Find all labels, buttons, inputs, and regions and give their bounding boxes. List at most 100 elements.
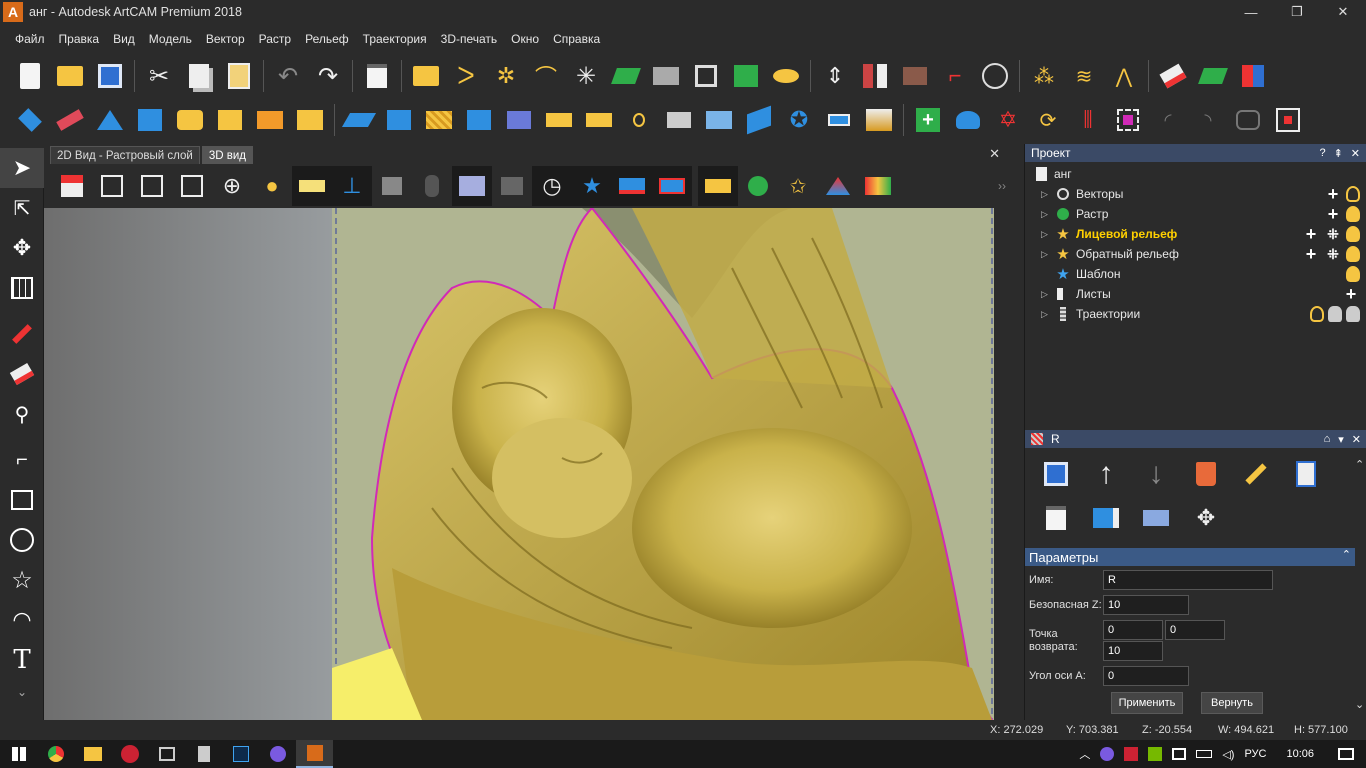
tray-flag-icon[interactable] — [1124, 747, 1139, 761]
redo-button[interactable]: ↷ — [308, 56, 348, 96]
move-up-button[interactable]: ↑ — [1081, 452, 1131, 496]
relief-tool-3[interactable] — [686, 56, 726, 96]
relief-op-19[interactable] — [739, 100, 779, 140]
more-view-tools[interactable]: ›› — [982, 166, 1022, 206]
node-edit-tool[interactable]: ⇱ — [0, 188, 44, 228]
measure-tool[interactable]: ⚲ — [0, 394, 44, 434]
vector-tool-1[interactable]: ᐳ — [446, 56, 486, 96]
menu-vector[interactable]: Вектор — [199, 32, 252, 46]
transform-tool[interactable]: ✥ — [0, 228, 44, 268]
gallery-taskbar-item[interactable] — [148, 740, 185, 768]
relief-op-1[interactable] — [10, 100, 50, 140]
top-view-button[interactable] — [172, 166, 212, 206]
tooth-icon[interactable] — [1346, 306, 1360, 322]
start-button[interactable] — [0, 740, 37, 768]
app64-taskbar-item[interactable] — [111, 740, 148, 768]
relief-op-5[interactable] — [170, 100, 210, 140]
polyline-tool[interactable]: ⌐ — [0, 440, 44, 480]
viber-taskbar-item[interactable] — [259, 740, 296, 768]
menu-3d-print[interactable]: 3D-печать — [434, 32, 505, 46]
undo-button[interactable]: ↶ — [268, 56, 308, 96]
tray-network-icon[interactable] — [1172, 748, 1187, 760]
add-icon[interactable]: + — [1324, 204, 1342, 225]
bulb-icon[interactable] — [1346, 246, 1360, 262]
save-button[interactable] — [90, 56, 130, 96]
lighting-button[interactable]: ● — [252, 166, 292, 206]
toolpath-op-2[interactable]: ✡ — [988, 100, 1028, 140]
relief-op-15[interactable] — [579, 100, 619, 140]
bulb-icon[interactable] — [1346, 266, 1360, 282]
toolpath-op-7[interactable]: ◝ — [1188, 100, 1228, 140]
relief-op-18[interactable] — [699, 100, 739, 140]
name-field[interactable]: R — [1103, 570, 1273, 590]
nodes-button[interactable]: ⁂ — [1024, 56, 1064, 96]
artcam-taskbar-item[interactable] — [296, 740, 333, 768]
home-icon[interactable]: ⌂ — [1324, 433, 1331, 445]
menu-model[interactable]: Модель — [142, 32, 199, 46]
menu-help[interactable]: Справка — [546, 32, 607, 46]
transform-toolpath-button[interactable]: ✥ — [1181, 496, 1231, 540]
polyline-button[interactable]: ⋀ — [1104, 56, 1144, 96]
menu-edit[interactable]: Правка — [52, 32, 107, 46]
distort-tool[interactable] — [0, 268, 44, 308]
puzzle-button[interactable] — [372, 166, 412, 206]
select-tool[interactable]: ➤ — [0, 148, 44, 188]
rainbow-button[interactable] — [858, 166, 898, 206]
circle-tool[interactable] — [0, 520, 44, 560]
resize-button[interactable]: ⇕ — [815, 56, 855, 96]
relief-op-16[interactable] — [619, 100, 659, 140]
params-scrollbar[interactable]: ⌃ ⌄ — [1353, 448, 1366, 720]
grid-add-icon[interactable]: ⁜ — [1324, 246, 1342, 263]
menu-file[interactable]: Файл — [8, 32, 52, 46]
explorer-taskbar-item[interactable] — [74, 740, 111, 768]
star-search-button[interactable]: ✩ — [778, 166, 818, 206]
relief-op-13[interactable] — [499, 100, 539, 140]
return-x-field[interactable]: 0 — [1103, 620, 1163, 640]
dropdown-icon[interactable]: ▾ — [1338, 433, 1344, 446]
color-sort-button[interactable] — [1233, 56, 1273, 96]
vector-tool-2[interactable]: ✲ — [486, 56, 526, 96]
relief-tool-1[interactable] — [606, 56, 646, 96]
apply-button[interactable]: Применить — [1111, 692, 1183, 714]
relief-op-17[interactable] — [659, 100, 699, 140]
help-icon[interactable]: ? — [1319, 147, 1325, 159]
front-view-button[interactable] — [92, 166, 132, 206]
vector-tool-3[interactable]: ⌒ — [526, 56, 566, 96]
vector-tool-4[interactable]: ✳ — [566, 56, 606, 96]
axis-a-field[interactable]: 0 — [1103, 666, 1189, 686]
toolpath-op-5[interactable] — [1108, 100, 1148, 140]
text-tool[interactable]: T — [0, 640, 44, 680]
toolpath-op-3[interactable]: ⟳ — [1028, 100, 1068, 140]
close-button[interactable]: ✕ — [1320, 0, 1366, 24]
photoshop-taskbar-item[interactable] — [222, 740, 259, 768]
tooth-icon[interactable] — [1328, 306, 1342, 322]
tree-item-toolpaths[interactable]: ▷ Траектории — [1033, 304, 1366, 324]
more-tools[interactable]: ⌄ — [0, 680, 44, 704]
relief-tool-2[interactable] — [646, 56, 686, 96]
toolpath-op-1[interactable] — [948, 100, 988, 140]
notes-button[interactable] — [1031, 496, 1081, 540]
rectangle-tool[interactable] — [0, 480, 44, 520]
maximize-button[interactable]: ❐ — [1274, 0, 1320, 24]
toolpath-op-6[interactable]: ◜ — [1148, 100, 1188, 140]
safe-z-field[interactable]: 10 — [1103, 595, 1189, 615]
add-icon[interactable]: + — [1302, 244, 1320, 265]
return-y-field[interactable]: 0 — [1165, 620, 1225, 640]
eraser-relief-button[interactable] — [1153, 56, 1193, 96]
add-toolpath-button[interactable]: + — [908, 100, 948, 140]
red-layers-button[interactable] — [652, 166, 692, 206]
add-icon[interactable]: + — [1342, 284, 1360, 305]
cylinder-button[interactable] — [412, 166, 452, 206]
bulb-icon[interactable] — [1346, 206, 1360, 222]
relief-tool-5[interactable] — [766, 56, 806, 96]
show-relief-button[interactable] — [292, 166, 332, 206]
return-z-field[interactable]: 10 — [1103, 641, 1163, 661]
relief-op-12[interactable] — [459, 100, 499, 140]
edit-button[interactable] — [1231, 452, 1281, 496]
relief-op-2[interactable] — [50, 100, 90, 140]
params-header[interactable]: Параметры ⌃ — [1025, 548, 1355, 566]
gold-relief-button[interactable] — [698, 166, 738, 206]
tray-volume-icon[interactable]: ◁) — [1222, 748, 1234, 761]
block-button[interactable] — [452, 166, 492, 206]
tool-button[interactable] — [492, 166, 532, 206]
